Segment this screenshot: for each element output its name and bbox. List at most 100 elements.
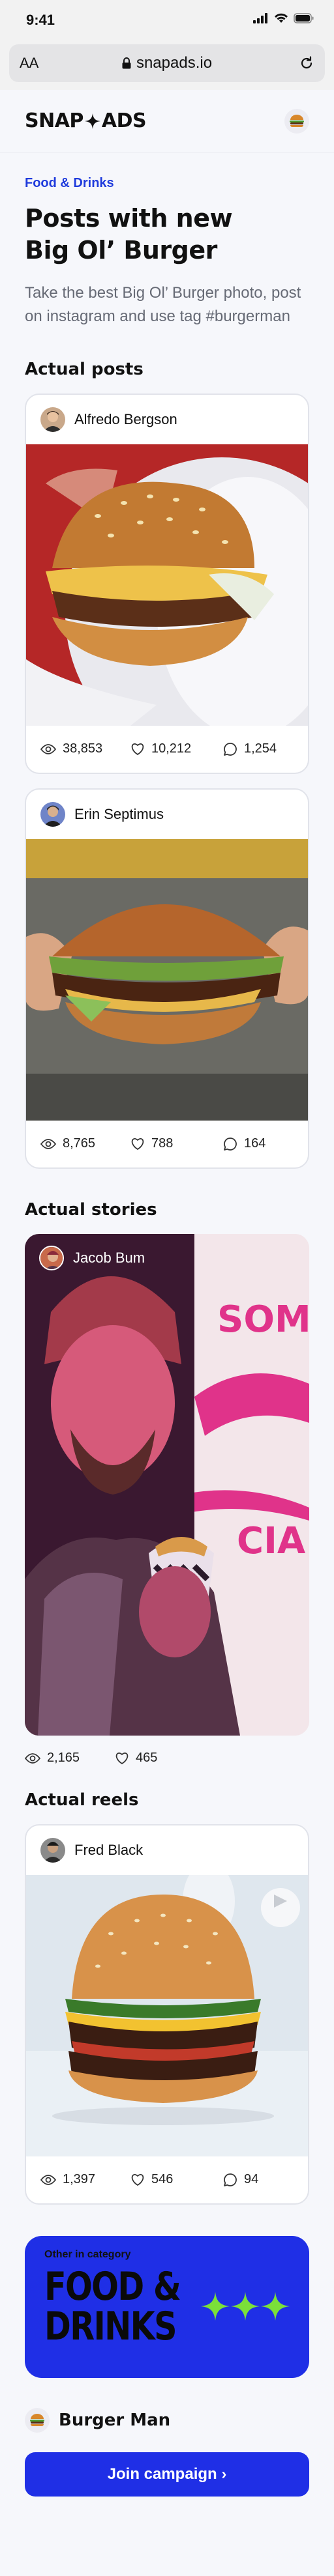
campaign-content: Food & Drinks Posts with new Big Ol’ Bur… [0,176,334,2497]
views-stat: 38,853 [40,741,130,756]
post-card[interactable]: Alfredo Bergson 38,853 10,212 1,254 [25,393,309,774]
post-image[interactable] [26,444,308,726]
promo-title-line-2: DRINKS [44,2303,177,2349]
signal-icon [253,13,267,23]
sparkle-icon [231,2291,260,2321]
eye-icon [25,1753,40,1764]
views-stat: 1,397 [40,2172,130,2187]
views-count: 2,165 [47,1751,80,1766]
avatar [40,801,65,827]
svg-text:SOM: SOM [217,1298,309,1341]
comments-count: 164 [244,1136,266,1151]
promo-title-line-1: FOOD & [44,2263,181,2310]
url-text: snapads.io [136,54,213,72]
story-card[interactable]: SOM CIA Jacob Bum [25,1233,309,1736]
author-name: Jacob Bum [73,1249,145,1266]
category-link[interactable]: Food & Drinks [25,176,309,191]
views-stat: 2,165 [25,1751,115,1766]
url-display: snapads.io [9,54,325,72]
burger-logo-icon [30,2413,44,2426]
views-stat: 8,765 [40,1136,130,1151]
author-name: Erin Septimus [74,805,164,822]
comments-count: 1,254 [244,741,277,756]
app-header: SNAP ADS [0,90,334,152]
comments-stat: 94 [223,2172,258,2187]
likes-stat: 10,212 [130,741,223,756]
likes-count: 546 [151,2172,174,2187]
category-promo-banner[interactable]: Other in category FOOD & DRINKS [25,2235,309,2378]
heart-icon [131,1138,144,1150]
author-name: Alfredo Bergson [74,410,177,427]
status-icons [253,13,314,23]
reel-stats: 1,397 546 94 [26,2156,308,2203]
lock-icon [122,57,131,69]
comments-count: 94 [244,2172,259,2187]
views-count: 8,765 [63,1136,96,1151]
title-line-2: Big Ol’ Burger [25,236,217,265]
post-stats: 8,765 788 164 [26,1121,308,1167]
wifi-icon [275,13,288,23]
likes-count: 788 [151,1136,174,1151]
post-stats: 38,853 10,212 1,254 [26,726,308,773]
brand-row: Burger Man [25,2407,309,2433]
likes-count: 465 [136,1751,158,1766]
reload-icon[interactable] [299,55,314,71]
page-title: Posts with new Big Ol’ Burger [25,203,309,267]
title-line-1: Posts with new [25,204,233,233]
promo-title: FOOD & DRINKS [44,2263,181,2349]
story-header: Jacob Bum [39,1245,145,1270]
post-image[interactable] [26,838,308,1121]
campaign-description: Take the best Big Ol’ Burger photo, post… [25,283,301,325]
likes-count: 10,212 [151,741,192,756]
comments-stat: 1,254 [223,741,277,756]
status-time: 9:41 [26,12,55,28]
section-title-reels: Actual reels [25,1790,139,1810]
text-size-button[interactable]: AA [20,55,38,72]
sparkle-icon [84,113,100,129]
reel-video[interactable] [26,1874,308,2156]
comment-icon [224,742,237,756]
brand-name: Burger Man [59,2410,171,2430]
comment-icon [224,2173,237,2186]
post-card[interactable]: Erin Septimus 8,765 788 164 [25,788,309,1169]
reel-card[interactable]: Fred Black 1,397 546 94 [25,1824,309,2205]
join-campaign-button[interactable]: Join campaign › [25,2452,309,2497]
sparkle-icon [261,2291,290,2321]
section-title-stories: Actual stories [25,1199,157,1220]
battery-icon [294,13,314,23]
promo-label: Other in category [44,2248,131,2260]
browser-toolbar: AA snapads.io [0,42,334,90]
likes-stat: 465 [115,1751,157,1766]
reel-header: Fred Black [26,1825,308,1875]
logo-text-left: SNAP [25,109,84,132]
address-bar[interactable]: AA snapads.io [9,44,325,82]
avatar [39,1245,64,1270]
story-image: SOM CIA [25,1233,309,1736]
heart-icon [131,2173,144,2186]
comments-stat: 164 [223,1136,266,1151]
views-count: 1,397 [63,2172,96,2187]
sparkle-icon [201,2291,230,2321]
promo-sparkles [201,2291,290,2321]
svg-text:CIA: CIA [237,1520,306,1562]
heart-icon [115,1752,129,1764]
likes-stat: 788 [130,1136,223,1151]
logo-text-right: ADS [101,109,147,132]
avatar [40,407,65,432]
snapads-logo[interactable]: SNAP ADS [25,109,147,132]
comment-icon [224,1137,237,1151]
eye-icon [40,1138,56,1149]
status-bar: 9:41 [0,0,334,42]
heart-icon [131,743,144,755]
eye-icon [40,743,56,754]
brand-avatar [25,2407,50,2433]
brand-avatar-button[interactable] [284,108,309,134]
views-count: 38,853 [63,741,103,756]
likes-stat: 546 [130,2172,223,2187]
eye-icon [40,2174,56,2185]
avatar [40,1837,65,1863]
post-header: Alfredo Bergson [26,395,308,444]
author-name: Fred Black [74,1841,144,1858]
post-header: Erin Septimus [26,790,308,839]
story-stats: 2,165 465 [25,1736,309,1781]
